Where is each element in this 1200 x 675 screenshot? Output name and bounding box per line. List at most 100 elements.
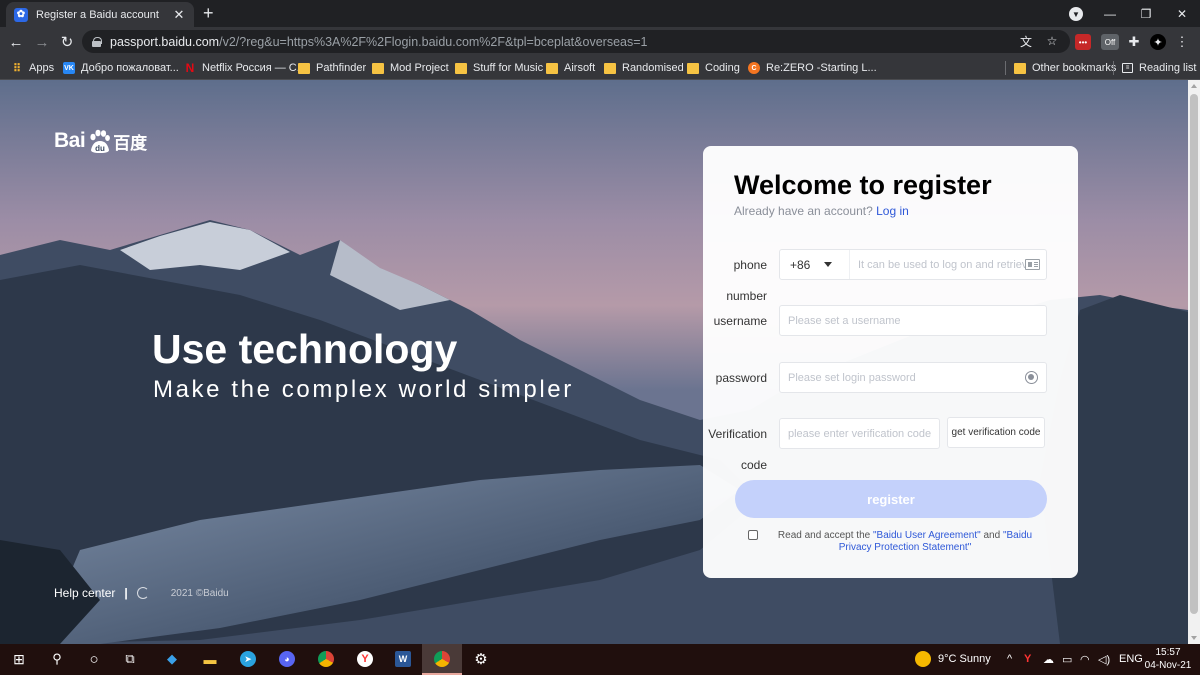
bookmark-randomised[interactable]: Randomised bbox=[604, 60, 684, 76]
steam-icon[interactable]: ◆ bbox=[164, 651, 180, 667]
verification-input[interactable]: please enter verification code bbox=[780, 428, 939, 440]
help-center-link[interactable]: Help center bbox=[54, 586, 115, 600]
windows-start-icon[interactable]: ⊞ bbox=[11, 651, 27, 667]
password-field[interactable]: Please set login password bbox=[779, 362, 1047, 393]
reload-button[interactable]: ↻ bbox=[56, 31, 78, 53]
phone-input[interactable]: It can be used to log on and retriev bbox=[850, 259, 1025, 271]
task-view-icon[interactable]: ⧉ bbox=[122, 651, 138, 667]
bookmark-netflix[interactable]: N Netflix Россия — С... bbox=[184, 60, 306, 76]
tray-wifi-icon[interactable]: ◠ bbox=[1080, 653, 1090, 666]
back-button[interactable]: ← bbox=[5, 31, 27, 53]
lock-icon bbox=[92, 36, 102, 47]
phone-label-line1: phone bbox=[733, 258, 767, 272]
baidu-favicon-icon: ✿ bbox=[14, 7, 28, 22]
extensions-puzzle-icon[interactable]: ✚ bbox=[1126, 34, 1142, 50]
caret-down-icon bbox=[824, 262, 833, 267]
settings-gear-icon[interactable]: ⚙ bbox=[473, 651, 489, 668]
browser-tab[interactable]: ✿ Register a Baidu account ✕ bbox=[6, 2, 194, 27]
tray-volume-icon[interactable]: ◁) bbox=[1098, 653, 1110, 666]
register-card: Welcome to register Already have an acco… bbox=[703, 146, 1078, 578]
minimize-button[interactable]: — bbox=[1092, 0, 1128, 27]
tab-title: Register a Baidu account bbox=[36, 8, 159, 21]
page-viewport: Bai du 百度 Use technology Make the comple… bbox=[0, 80, 1188, 644]
tray-cloud-icon[interactable]: ☁ bbox=[1043, 653, 1054, 666]
password-input[interactable]: Please set login password bbox=[780, 372, 1025, 384]
verification-field[interactable]: please enter verification code bbox=[779, 418, 940, 449]
browser-tab-strip: ✿ Register a Baidu account ✕ + ▼ — ❐ ✕ bbox=[0, 0, 1200, 27]
loading-spinner-icon bbox=[136, 587, 149, 599]
windows-taskbar: ⊞ ⚲ ○ ⧉ ◆ ▬ ➤ ◕ Y W ⚙ 9°C Sunny ^ Y ☁ ▭ … bbox=[0, 644, 1200, 675]
svg-text:du: du bbox=[95, 144, 105, 153]
have-account-text: Already have an account? Log in bbox=[734, 204, 909, 218]
bookmark-star-icon[interactable]: ☆ bbox=[1045, 34, 1059, 48]
bookmark-apps[interactable]: ⠿ Apps bbox=[11, 60, 54, 76]
baidu-logo[interactable]: Bai du 百度 bbox=[54, 128, 147, 154]
country-code-select[interactable]: +86 bbox=[780, 250, 850, 279]
crunchyroll-icon: C bbox=[748, 62, 760, 74]
yandex-browser-icon[interactable]: Y bbox=[357, 651, 373, 667]
tray-yandex-icon[interactable]: Y bbox=[1024, 653, 1031, 665]
bookmark-airsoft[interactable]: Airsoft bbox=[546, 60, 595, 76]
word-icon[interactable]: W bbox=[395, 651, 411, 667]
bookmark-stuff-for-music[interactable]: Stuff for Music bbox=[455, 60, 543, 76]
chrome-active-icon[interactable] bbox=[434, 651, 450, 667]
vk-icon: VK bbox=[63, 62, 75, 74]
scroll-down-icon[interactable] bbox=[1191, 636, 1197, 640]
bookmark-mod-project[interactable]: Mod Project bbox=[372, 60, 449, 76]
show-password-eye-icon[interactable] bbox=[1025, 371, 1038, 384]
bookmark-vk[interactable]: VK Добро пожалoват... bbox=[63, 60, 179, 76]
folder-icon bbox=[687, 62, 699, 74]
verification-label-line1: Verification bbox=[708, 427, 767, 441]
reading-list-icon: ≡ bbox=[1122, 63, 1133, 73]
scroll-up-icon[interactable] bbox=[1191, 84, 1197, 88]
close-window-button[interactable]: ✕ bbox=[1164, 0, 1200, 27]
scrollbar-thumb[interactable] bbox=[1190, 94, 1198, 614]
address-bar[interactable]: passport.baidu.com/v2/?reg&u=https%3A%2F… bbox=[82, 30, 1070, 53]
weather-sun-icon[interactable] bbox=[915, 651, 931, 667]
user-agreement-link[interactable]: "Baidu User Agreement" bbox=[873, 530, 981, 541]
id-card-icon[interactable] bbox=[1025, 259, 1040, 270]
restore-button[interactable]: ❐ bbox=[1128, 0, 1164, 27]
extension-red-icon[interactable]: ••• bbox=[1075, 34, 1091, 50]
bookmark-coding[interactable]: Coding bbox=[687, 60, 740, 76]
tab-search-icon[interactable]: ▼ bbox=[1069, 7, 1083, 21]
tray-battery-icon[interactable]: ▭ bbox=[1062, 653, 1072, 666]
phone-field: +86 It can be used to log on and retriev bbox=[779, 249, 1047, 280]
username-label: username bbox=[713, 314, 767, 328]
new-tab-button[interactable]: + bbox=[203, 4, 214, 22]
login-link[interactable]: Log in bbox=[876, 204, 909, 218]
username-input[interactable]: Please set a username bbox=[780, 315, 1046, 327]
chrome-icon[interactable] bbox=[318, 651, 334, 667]
apps-grid-icon: ⠿ bbox=[12, 62, 22, 75]
bookmarks-divider bbox=[1113, 61, 1114, 75]
verification-label-line2: code bbox=[740, 458, 767, 472]
menu-kebab-icon[interactable]: ⋮ bbox=[1174, 34, 1190, 50]
page-scrollbar[interactable] bbox=[1188, 80, 1200, 644]
profile-avatar-icon[interactable]: ✦ bbox=[1150, 34, 1166, 50]
get-verification-code-button[interactable]: get verification code bbox=[947, 417, 1045, 448]
register-button[interactable]: register bbox=[735, 480, 1047, 518]
folder-icon bbox=[298, 62, 310, 74]
translate-icon[interactable]: 文 bbox=[1019, 34, 1033, 49]
tab-close-icon[interactable]: ✕ bbox=[172, 7, 186, 23]
system-clock[interactable]: 15:57 04-Nov-21 bbox=[1142, 646, 1194, 672]
username-field[interactable]: Please set a username bbox=[779, 305, 1047, 336]
forward-button[interactable]: → bbox=[31, 31, 53, 53]
reading-list[interactable]: ≡ Reading list bbox=[1122, 60, 1196, 76]
folder-icon bbox=[546, 62, 558, 74]
agree-checkbox[interactable] bbox=[748, 530, 758, 540]
file-explorer-icon[interactable]: ▬ bbox=[202, 651, 218, 667]
bookmarks-bar: ⠿ Apps VK Добро пожалoват... N Netflix Р… bbox=[0, 56, 1200, 80]
discord-icon[interactable]: ◕ bbox=[279, 651, 295, 667]
bookmark-pathfinder[interactable]: Pathfinder bbox=[298, 60, 366, 76]
cortana-icon[interactable]: ○ bbox=[86, 651, 102, 668]
agreement: Read and accept the "Baidu User Agreemen… bbox=[748, 530, 1048, 554]
extension-off-icon[interactable]: Off bbox=[1101, 34, 1119, 50]
language-indicator[interactable]: ENG bbox=[1119, 653, 1143, 665]
telegram-icon[interactable]: ➤ bbox=[240, 651, 256, 667]
other-bookmarks[interactable]: Other bookmarks bbox=[1014, 60, 1116, 76]
tray-chevron-icon[interactable]: ^ bbox=[1007, 653, 1012, 665]
search-icon[interactable]: ⚲ bbox=[49, 651, 65, 667]
bookmark-rezero[interactable]: C Re:ZERO -Starting L... bbox=[748, 60, 877, 76]
weather-text[interactable]: 9°C Sunny bbox=[938, 653, 991, 665]
